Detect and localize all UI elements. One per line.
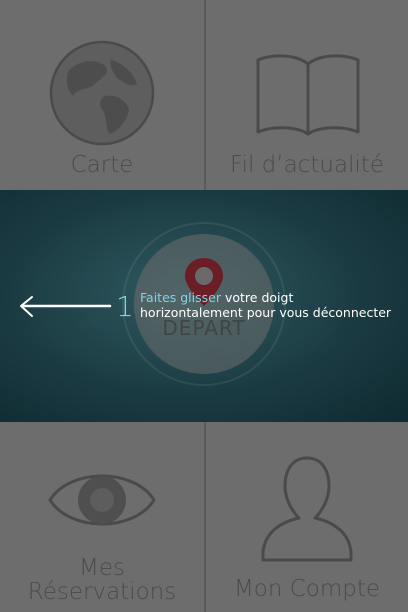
globe-icon xyxy=(49,40,155,146)
onboarding-step-number: 1 xyxy=(116,290,134,323)
tile-map[interactable]: Carte xyxy=(0,0,204,190)
onboarding-overlay[interactable]: DEPART 1 Faites glisser votre doigt hori… xyxy=(0,190,408,422)
onboarding-hint-line2: horizontalement pour vous déconnecter xyxy=(140,305,392,320)
onboarding-hint-highlight: Faites glisser xyxy=(140,290,221,305)
eye-icon xyxy=(48,474,156,526)
tile-account-label: Mon Compte xyxy=(233,576,381,602)
vertical-divider-bottom xyxy=(204,422,206,612)
onboarding-hint: Faites glisser votre doigt horizontaleme… xyxy=(140,290,402,320)
tile-map-label: Carte xyxy=(70,152,134,178)
tile-account[interactable]: Mon Compte xyxy=(206,422,408,612)
tile-reservations-label-line1: Mes xyxy=(79,555,125,581)
tile-news[interactable]: Fil d’actualité xyxy=(206,0,408,190)
open-book-icon xyxy=(256,54,360,136)
tile-reservations-label-line2: Réservations xyxy=(27,579,177,605)
user-icon xyxy=(261,456,353,562)
tile-news-label: Fil d’actualité xyxy=(230,152,384,178)
tile-reservations-label: Mes Réservations xyxy=(0,556,204,604)
onboarding-hint-rest: votre doigt xyxy=(221,290,294,305)
swipe-left-arrow-icon xyxy=(20,296,112,317)
vertical-divider-top xyxy=(204,0,206,190)
tile-reservations[interactable]: Mes Réservations xyxy=(0,422,204,612)
